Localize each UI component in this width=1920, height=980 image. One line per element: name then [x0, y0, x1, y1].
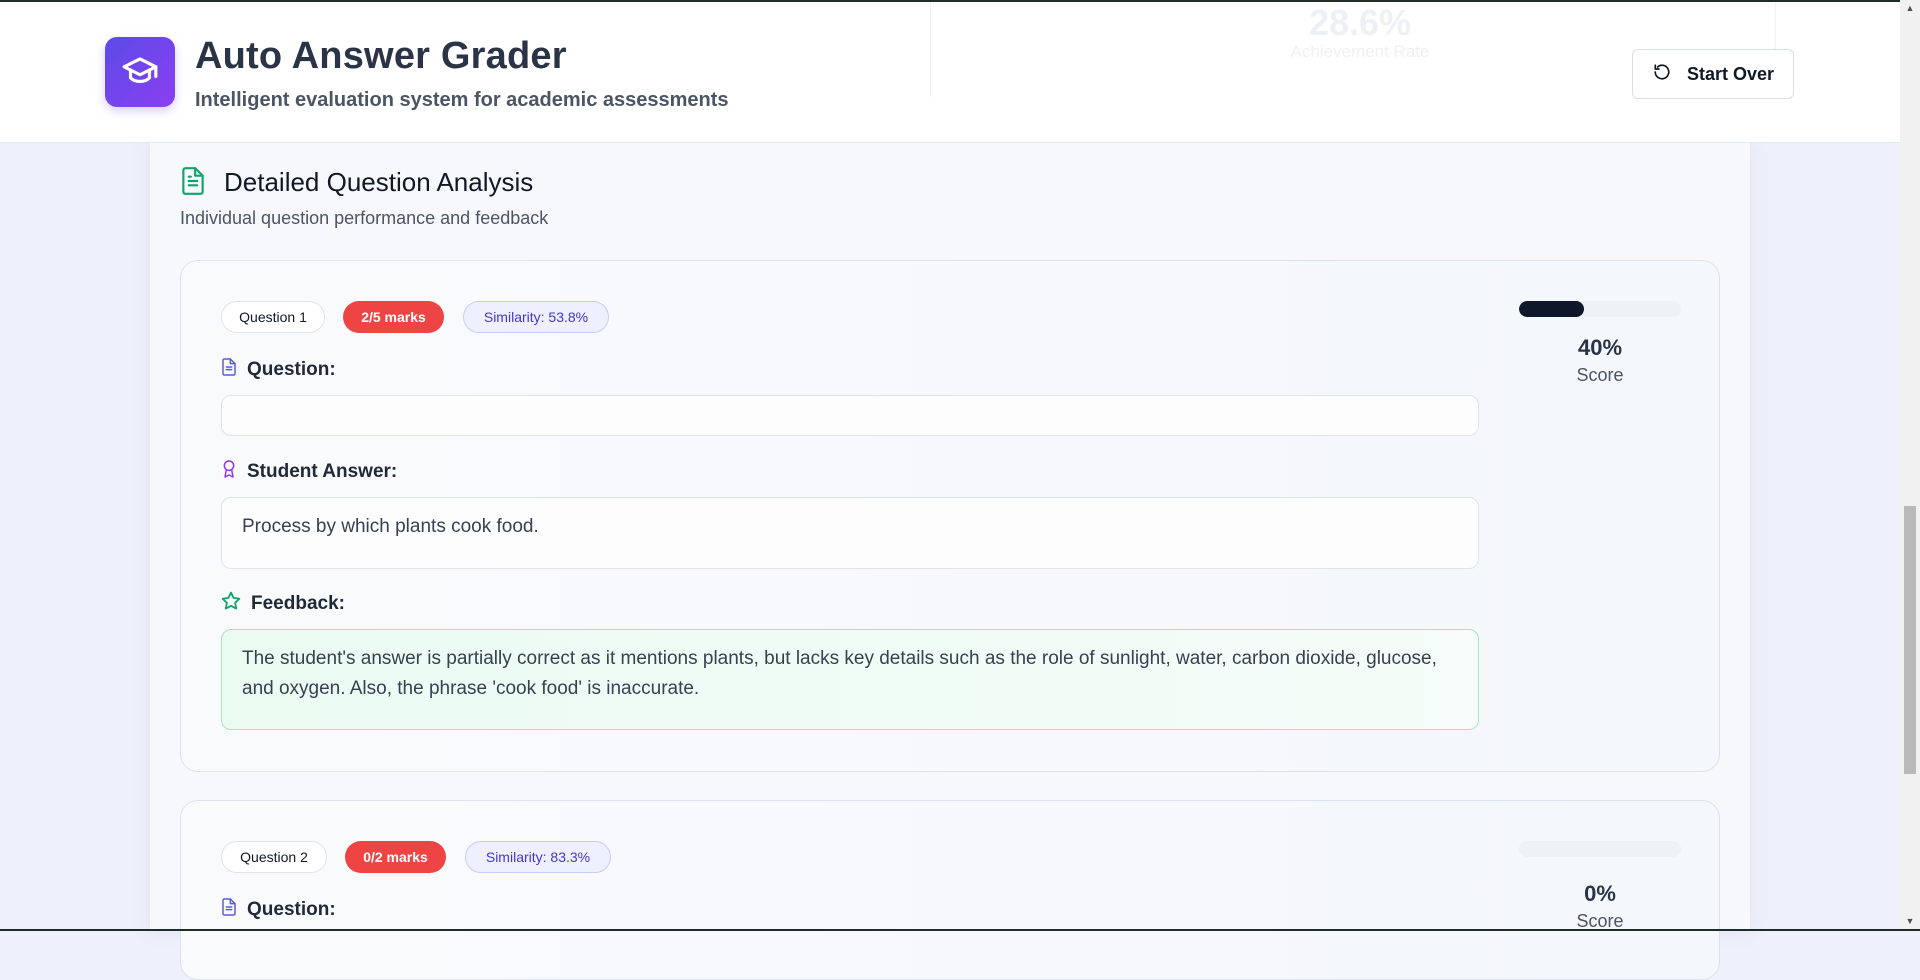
vertical-scrollbar[interactable]: ▲ ▼: [1900, 0, 1920, 931]
student-answer-box: Process by which plants cook food.: [221, 497, 1479, 569]
start-over-button[interactable]: Start Over: [1632, 49, 1794, 99]
score-label: Score: [1576, 365, 1624, 385]
star-icon: [221, 591, 241, 617]
file-text-icon: [221, 357, 237, 383]
question-card-2: Question 2 0/2 marks Similarity: 83.3% Q…: [180, 800, 1720, 980]
app-logo: [105, 37, 175, 107]
question-number-badge: Question 1: [221, 301, 325, 333]
start-over-label: Start Over: [1687, 63, 1775, 84]
stat-card-edge: [930, 2, 931, 97]
app-title: Auto Answer Grader: [195, 35, 567, 77]
award-icon: [221, 459, 237, 485]
app-subtitle: Intelligent evaluation system for academ…: [195, 89, 729, 111]
section-subtitle: Individual question performance and feed…: [180, 208, 549, 228]
question-card-1: Question 1 2/5 marks Similarity: 53.8% Q…: [180, 260, 1720, 772]
question-text-box: [221, 395, 1479, 436]
scrollbar-thumb[interactable]: [1904, 506, 1916, 774]
file-text-icon: [221, 897, 237, 923]
rotate-ccw-icon: [1653, 63, 1671, 86]
feedback-label: Feedback:: [221, 591, 345, 617]
scroll-down-arrow-icon[interactable]: ▼: [1900, 913, 1920, 929]
question-label: Question:: [221, 897, 336, 923]
file-text-icon: [180, 166, 206, 201]
marks-badge: 0/2 marks: [345, 841, 446, 873]
score-progress-bar: [1519, 841, 1681, 857]
similarity-badge: Similarity: 83.3%: [465, 841, 611, 873]
score-progress-fill: [1519, 301, 1584, 317]
question-number-badge: Question 2: [221, 841, 327, 873]
student-answer-label: Student Answer:: [221, 459, 397, 485]
score-percent: 0%: [1584, 881, 1616, 906]
app-header: 28.6% Achievement Rate Auto Answer Grade…: [0, 2, 1920, 143]
analysis-panel: Detailed Question Analysis Individual qu…: [150, 142, 1750, 980]
question-label: Question:: [221, 357, 336, 383]
graduation-cap-icon: [121, 51, 159, 94]
score-progress-bar: [1519, 301, 1681, 317]
marks-badge: 2/5 marks: [343, 301, 444, 333]
achievement-stat-label: Achievement Rate: [1290, 42, 1430, 61]
score-percent: 40%: [1577, 335, 1623, 360]
section-title: Detailed Question Analysis: [224, 167, 534, 197]
feedback-box: The student's answer is partially correc…: [221, 629, 1479, 730]
achievement-stat-value: 28.6%: [1308, 2, 1412, 43]
scroll-up-arrow-icon[interactable]: ▲: [1900, 0, 1920, 16]
similarity-badge: Similarity: 53.8%: [463, 301, 609, 333]
